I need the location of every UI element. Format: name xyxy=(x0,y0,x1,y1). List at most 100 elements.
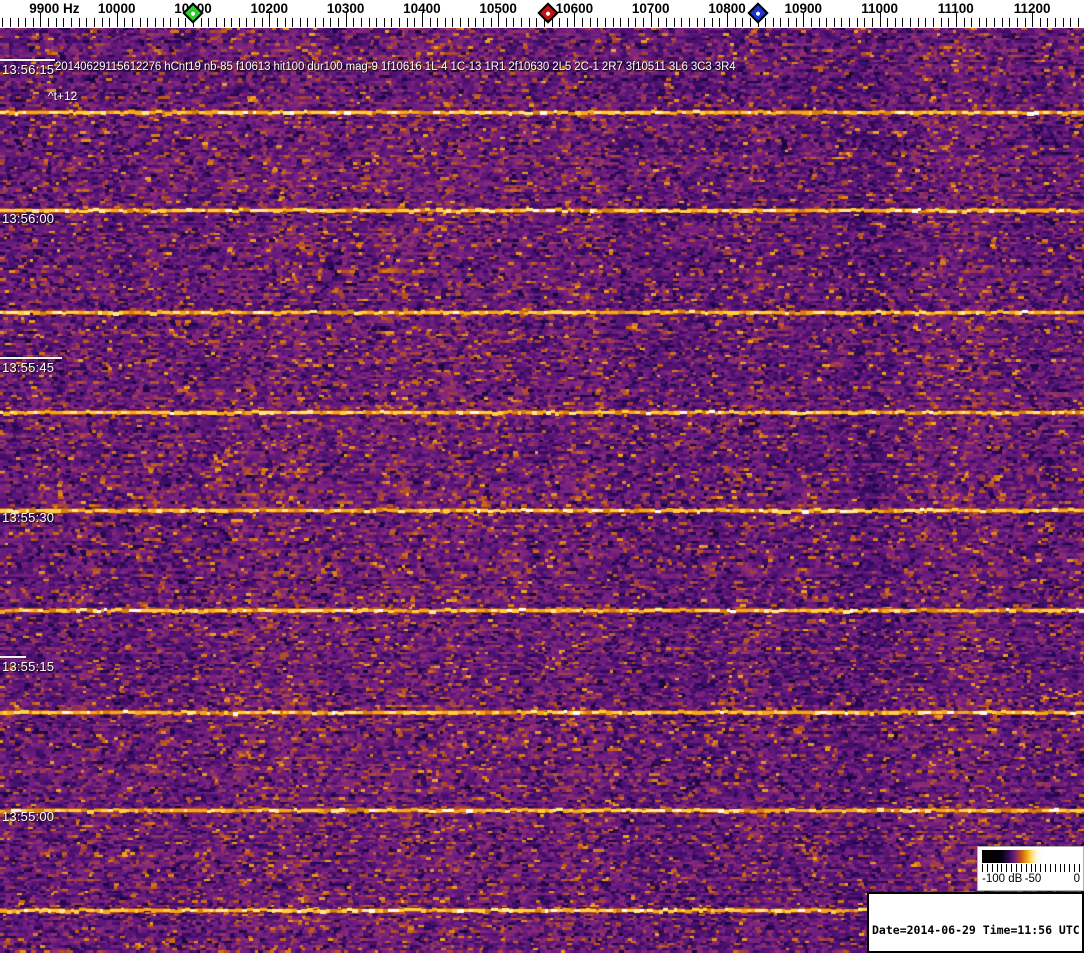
axis-minor-tick xyxy=(467,18,469,27)
axis-minor-tick xyxy=(337,18,339,27)
axis-minor-tick xyxy=(322,18,324,27)
axis-minor-tick xyxy=(238,18,240,27)
colorbar-tick xyxy=(1015,864,1017,872)
axis-minor-tick xyxy=(963,18,965,27)
axis-minor-tick xyxy=(1016,18,1018,27)
colorbar-tick xyxy=(1054,864,1056,872)
axis-label: 10800 xyxy=(708,1,746,16)
axis-minor-tick xyxy=(795,18,797,27)
axis-minor-tick xyxy=(1077,18,1079,27)
axis-minor-tick xyxy=(63,18,65,27)
axis-minor-tick xyxy=(330,18,332,27)
spectrogram-app-window: 9900 Hz100001010010200103001040010500106… xyxy=(0,0,1084,953)
axis-minor-tick xyxy=(9,18,11,27)
axis-minor-tick xyxy=(711,18,713,27)
axis-minor-tick xyxy=(284,18,286,27)
axis-minor-tick xyxy=(70,18,72,27)
colorbar-tick xyxy=(1049,864,1051,872)
axis-minor-tick xyxy=(391,18,393,27)
axis-minor-tick xyxy=(406,18,408,27)
axis-minor-tick xyxy=(917,18,919,27)
axis-minor-tick xyxy=(276,18,278,27)
axis-minor-tick xyxy=(971,18,973,27)
axis-label: 10900 xyxy=(784,1,823,16)
time-tick xyxy=(0,357,62,359)
axis-minor-tick xyxy=(2,18,4,27)
axis-minor-tick xyxy=(704,18,706,27)
axis-minor-tick xyxy=(376,18,378,27)
axis-minor-tick xyxy=(185,18,187,27)
axis-minor-tick xyxy=(749,18,751,27)
axis-label: 10200 xyxy=(250,1,289,16)
axis-minor-tick xyxy=(1047,18,1049,27)
axis-minor-tick xyxy=(635,18,637,27)
axis-minor-tick xyxy=(986,18,988,27)
time-label: 13:55:45 xyxy=(2,360,55,375)
axis-minor-tick xyxy=(612,18,614,27)
axis-minor-tick xyxy=(223,18,225,27)
axis-minor-tick xyxy=(620,18,622,27)
axis-label: 10000 xyxy=(97,1,136,16)
axis-label: 10700 xyxy=(631,1,670,16)
axis-minor-tick xyxy=(849,18,850,27)
axis-label: 11100 xyxy=(937,1,974,16)
colorbar-tick xyxy=(1011,864,1013,872)
colorbar-label-max: 0 xyxy=(1073,873,1080,885)
frequency-axis: 9900 Hz100001010010200103001040010500106… xyxy=(0,0,1084,28)
axis-minor-tick xyxy=(132,18,133,27)
axis-minor-tick xyxy=(55,18,57,27)
axis-minor-tick xyxy=(940,18,942,27)
axis-minor-tick xyxy=(856,18,858,27)
axis-label: 10400 xyxy=(403,1,441,16)
axis-minor-tick xyxy=(826,18,828,27)
axis-minor-tick xyxy=(25,18,27,27)
colorbar-label-mid: -50 xyxy=(1024,873,1042,885)
axis-minor-tick xyxy=(666,18,667,27)
colorbar-tick xyxy=(991,864,993,872)
colorbar-tick xyxy=(1020,864,1022,872)
colorbar-tick xyxy=(1069,864,1071,872)
axis-minor-tick xyxy=(399,18,400,27)
axis-minor-tick xyxy=(536,18,538,27)
colorbar-tick xyxy=(1064,864,1066,872)
axis-minor-tick xyxy=(658,18,660,27)
time-label: 13:55:15 xyxy=(2,659,55,674)
axis-minor-tick xyxy=(1009,18,1011,27)
axis-minor-tick xyxy=(383,18,385,27)
axis-minor-tick xyxy=(109,18,111,27)
axis-minor-tick xyxy=(521,18,522,27)
axis-minor-tick xyxy=(864,18,866,27)
axis-minor-tick xyxy=(353,18,355,27)
colorbar-tick xyxy=(996,864,998,872)
axis-minor-tick xyxy=(597,18,599,27)
axis-minor-tick xyxy=(162,18,164,27)
axis-minor-tick xyxy=(994,18,995,27)
colorbar-tick xyxy=(1079,864,1080,872)
event-time-offset-annotation: ^t+12 xyxy=(48,89,78,103)
colorbar-tick xyxy=(1074,864,1076,872)
axis-minor-tick xyxy=(299,18,301,27)
axis-minor-tick xyxy=(444,18,446,27)
axis-minor-tick xyxy=(231,18,233,27)
axis-minor-tick xyxy=(452,18,454,27)
axis-minor-tick xyxy=(200,18,202,27)
axis-minor-tick xyxy=(17,18,19,27)
axis-minor-tick xyxy=(154,18,156,27)
axis-minor-tick xyxy=(627,18,629,27)
axis-minor-tick xyxy=(261,18,263,27)
axis-minor-tick xyxy=(101,18,103,27)
colorbar-legend: -100 dB -50 0 xyxy=(977,846,1084,891)
axis-minor-tick xyxy=(254,18,255,27)
axis-minor-tick xyxy=(978,18,980,27)
axis-minor-tick xyxy=(559,18,561,27)
time-label: 13:55:30 xyxy=(2,510,55,525)
axis-minor-tick xyxy=(582,18,583,27)
axis-minor-tick xyxy=(32,18,34,27)
colorbar-labels: -100 dB -50 0 xyxy=(980,873,1081,888)
colorbar-gradient xyxy=(982,850,1080,863)
axis-minor-tick xyxy=(734,18,736,27)
axis-minor-tick xyxy=(643,18,645,27)
axis-minor-tick xyxy=(902,18,904,27)
axis-minor-tick xyxy=(1024,18,1026,27)
time-tick xyxy=(0,656,26,658)
